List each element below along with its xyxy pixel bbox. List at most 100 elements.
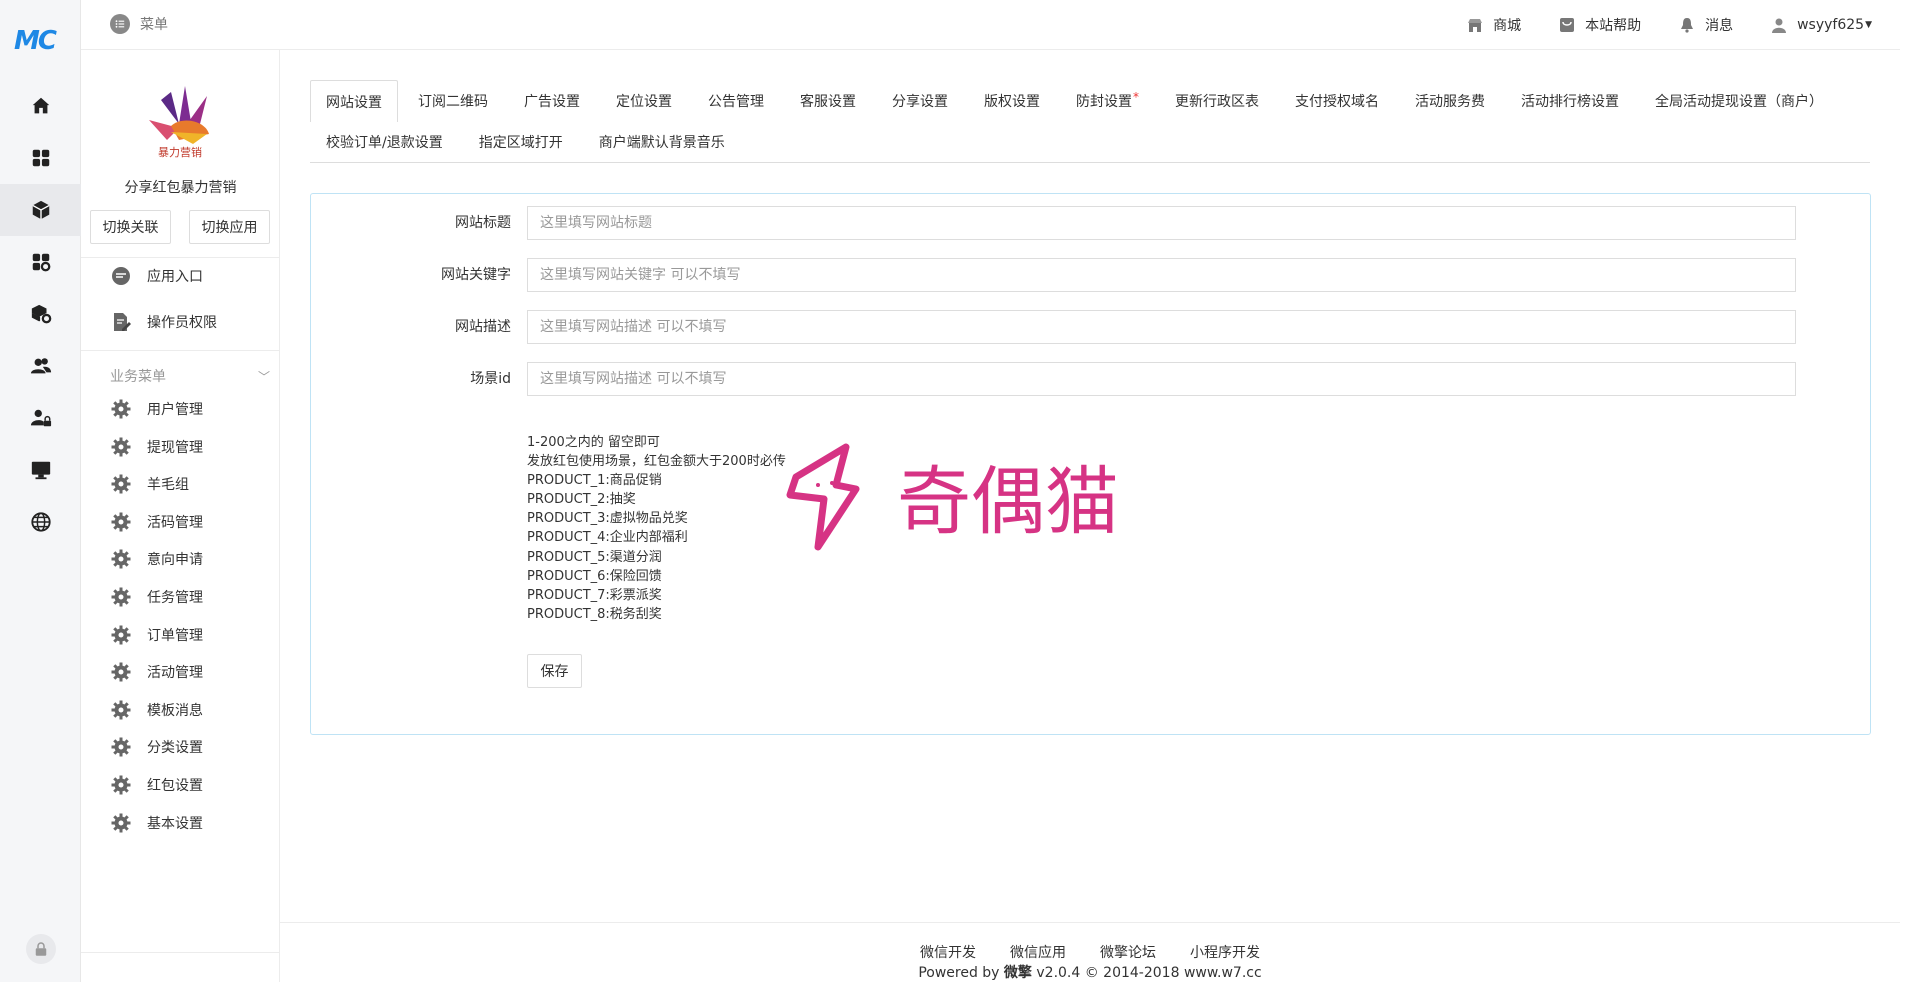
tab-label: 防封设置 (1076, 94, 1132, 110)
sidebar-item-business[interactable]: 用户管理 (111, 394, 203, 424)
sidebar-item-business[interactable]: 红包设置 (111, 770, 203, 800)
sidebar-item-business[interactable]: 羊毛组 (111, 469, 189, 499)
menu-toggle[interactable]: 菜单 (110, 14, 168, 34)
user-lock-icon (30, 409, 51, 427)
tab-row: 校验订单/退款设置 指定区域打开 商户端默认背景音乐 (310, 121, 1870, 162)
switch-link-button[interactable]: 切换关联 (90, 210, 171, 244)
settings-tabs: 网站设置 订阅二维码 广告设置 定位设置 公告管理 客服设置 分享设置 版权设置 防封设置 * 更新… (310, 80, 1870, 163)
site-description-label: 网站描述 (455, 319, 511, 335)
sidebar-item-business[interactable]: 分类设置 (111, 732, 203, 762)
form-row-site-keywords: 网站关键字 (311, 258, 1872, 292)
gear-icon (111, 474, 131, 494)
rail-users[interactable] (0, 340, 81, 392)
tab-label: 商户端默认背景音乐 (598, 135, 725, 151)
form-row-site-description: 网站描述 (311, 310, 1872, 344)
sidebar-item-label: 红包设置 (147, 778, 203, 794)
switch-app-button[interactable]: 切换应用 (189, 210, 270, 244)
tab-row: 网站设置 订阅二维码 广告设置 定位设置 公告管理 客服设置 分享设置 版权设置 防封设置 * 更新… (310, 80, 1870, 122)
save-button[interactable]: 保存 (527, 654, 582, 688)
copyright-suffix: v2.0.4 © 2014-2018 www.w7.cc (1031, 965, 1262, 981)
tab[interactable]: 全局活动提现设置（商户） (1639, 80, 1839, 121)
tab[interactable]: 校验订单/退款设置 (310, 121, 459, 162)
footer-copyright: Powered by 微擎 v2.0.4 © 2014-2018 www.w7.… (280, 962, 1900, 982)
footer-link[interactable]: 小程序开发 (1190, 942, 1260, 962)
footer-link[interactable]: 微信应用 (1010, 942, 1066, 962)
tab[interactable]: 定位设置 (600, 80, 688, 121)
gear-icon (111, 399, 131, 419)
sidebar-item-operator-permissions[interactable]: 操作员权限 (111, 307, 217, 337)
store-link[interactable]: 商城 (1467, 15, 1521, 35)
tab[interactable]: 活动排行榜设置 (1505, 80, 1635, 121)
tab-label: 网站设置 (326, 94, 382, 111)
sidebar-item-business[interactable]: 活动管理 (111, 657, 203, 687)
sidebar-item-business[interactable]: 活码管理 (111, 507, 203, 537)
rail-apps[interactable] (0, 236, 81, 288)
sidebar-item-business[interactable]: 提现管理 (111, 432, 203, 462)
footer-link[interactable]: 微擎论坛 (1100, 942, 1156, 962)
caret-down-icon: ▼ (1865, 20, 1872, 30)
rail-grid[interactable] (0, 132, 81, 184)
sidebar-item-business[interactable]: 模板消息 (111, 695, 203, 725)
tab-label: 版权设置 (984, 94, 1040, 110)
required-star: * (1133, 90, 1139, 104)
help-line: PRODUCT_5:渠道分润 (527, 549, 662, 565)
tab[interactable]: 支付授权域名 (1279, 80, 1395, 121)
gear-icon (111, 737, 131, 757)
rail-monitor[interactable] (0, 444, 81, 496)
tab[interactable]: 商户端默认背景音乐 (583, 121, 741, 162)
rail-globe[interactable] (0, 496, 81, 548)
site-description-input[interactable] (527, 310, 1796, 344)
rail-cube[interactable] (0, 184, 81, 236)
divider (81, 257, 280, 258)
site-keywords-label: 网站关键字 (441, 267, 511, 283)
tab[interactable]: 更新行政区表 (1159, 80, 1275, 121)
sidebar-item-label: 订单管理 (147, 627, 203, 644)
page-footer: 微信开发 微信应用 微擎论坛 小程序开发 Powered by 微擎 v2.0.4 ©… (280, 922, 1900, 982)
tab[interactable]: 防封设置 * (1060, 80, 1155, 121)
sidebar-item-business[interactable]: 任务管理 (111, 582, 203, 612)
tab[interactable]: 活动服务费 (1399, 80, 1501, 121)
tab-label: 更新行政区表 (1175, 94, 1259, 110)
rail-user-lock[interactable] (0, 392, 81, 444)
tab-label: 广告设置 (524, 94, 580, 110)
scene-id-input[interactable] (527, 362, 1796, 396)
watermark-text: 奇偶猫 (897, 459, 1119, 545)
copyright-prefix: Powered by (918, 965, 1004, 981)
app-sidebar: 暴力营销 分享红包暴力营销 切换关联 切换应用 应用入口 操作员权限 业务菜单 … (81, 50, 280, 982)
tab[interactable]: 版权设置 (968, 80, 1056, 121)
help-link[interactable]: 本站帮助 (1559, 15, 1641, 35)
sidebar-item-business[interactable]: 意向申请 (111, 544, 203, 574)
sidebar-item-business[interactable]: 基本设置 (111, 808, 203, 838)
tab[interactable]: 广告设置 (508, 80, 596, 121)
tab[interactable]: 客服设置 (784, 80, 872, 121)
sidebar-item-app-entry[interactable]: 应用入口 (111, 261, 203, 291)
footer-link[interactable]: 微信开发 (920, 942, 976, 962)
site-title-input[interactable] (527, 206, 1796, 240)
site-keywords-input[interactable] (527, 258, 1796, 292)
tab-label: 活动排行榜设置 (1521, 94, 1619, 110)
gear-icon (111, 625, 131, 645)
rail-cube-settings[interactable] (0, 288, 81, 340)
app-logo-caption: 暴力营销 (158, 145, 202, 158)
help-line: PRODUCT_8:税务刮奖 (527, 606, 662, 622)
gear-icon (111, 437, 131, 457)
messages-link[interactable]: 消息 (1679, 15, 1733, 35)
user-menu[interactable]: wsyyf625 ▼ (1771, 17, 1872, 33)
brand-logo[interactable]: MC (14, 26, 66, 56)
help-link-label: 本站帮助 (1585, 18, 1642, 34)
sidebar-item-label: 任务管理 (147, 590, 203, 606)
list-icon (110, 14, 130, 34)
business-menu-header[interactable]: 业务菜单 ﹀ (110, 366, 270, 386)
tab[interactable]: 订阅二维码 (402, 80, 504, 121)
rail-home[interactable] (0, 80, 81, 132)
sidebar-item-label: 羊毛组 (147, 477, 189, 494)
tab[interactable]: 网站设置 (310, 80, 398, 122)
tab[interactable]: 指定区域打开 (463, 121, 579, 162)
sidebar-item-business[interactable]: 订单管理 (111, 620, 203, 650)
tab-label: 支付授权域名 (1295, 94, 1379, 110)
username: wsyyf625 (1797, 17, 1865, 33)
tab-label: 公告管理 (708, 94, 764, 110)
tab[interactable]: 公告管理 (692, 80, 780, 121)
tab[interactable]: 分享设置 (876, 80, 964, 121)
rail-lock-button[interactable] (26, 934, 56, 964)
